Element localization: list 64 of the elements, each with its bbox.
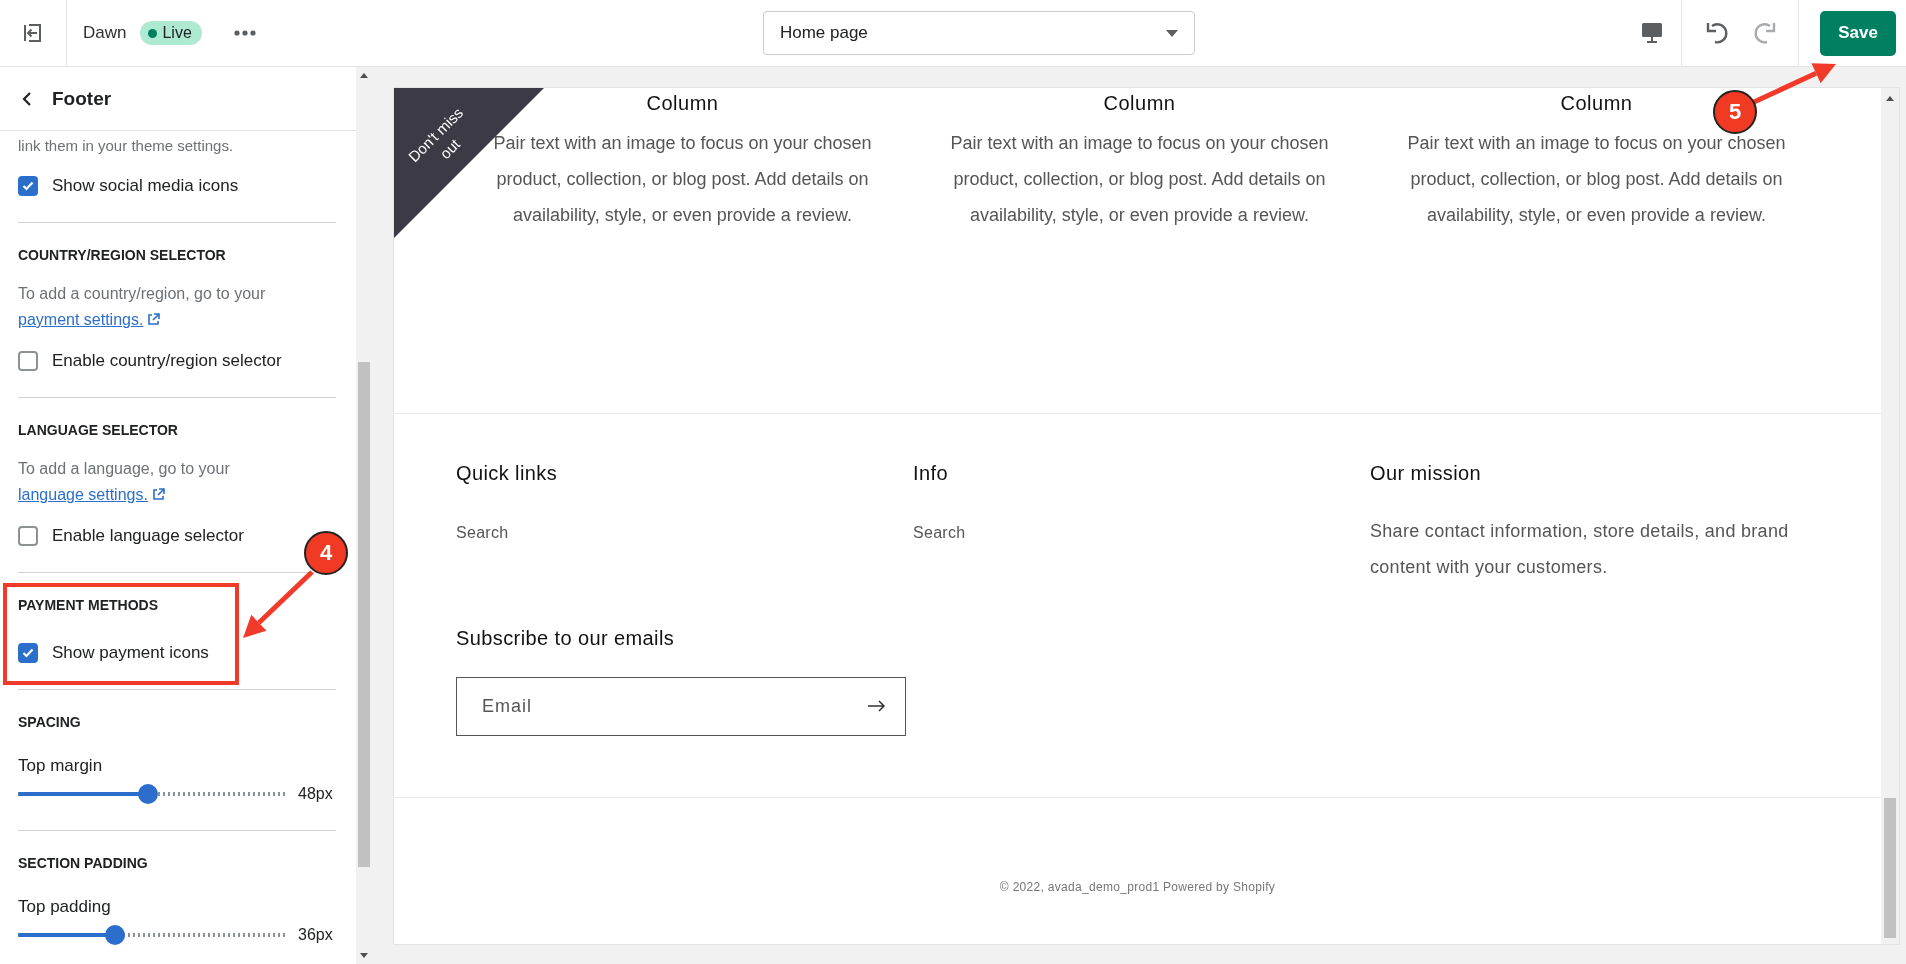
arrow-right-icon[interactable] xyxy=(868,700,886,712)
checkbox-label: Show social media icons xyxy=(52,176,239,196)
column-text: Pair text with an image to focus on your chosen product, collection, or blog post. Add details on availability, style, or even provide a review. xyxy=(1406,132,1787,227)
exit-icon[interactable] xyxy=(23,23,43,43)
footer-link[interactable]: Search xyxy=(456,524,509,542)
checkbox[interactable] xyxy=(18,526,38,546)
caret-icon xyxy=(1165,29,1178,37)
slider-thumb[interactable] xyxy=(137,784,158,804)
footer-heading: Our mission xyxy=(1370,462,1483,485)
slider-label: Top padding xyxy=(18,897,111,917)
email-field[interactable]: Email xyxy=(456,677,906,736)
section-heading: SECTION PADDING xyxy=(18,855,148,871)
back-icon[interactable] xyxy=(22,90,32,107)
settings-link[interactable]: language settings. xyxy=(18,486,165,503)
slider-value: 48px xyxy=(298,785,333,803)
section-heading: PAYMENT METHODS xyxy=(18,597,158,613)
theme-name: Dawn xyxy=(83,23,127,43)
footer-heading: Info xyxy=(913,462,949,485)
scrollbar[interactable] xyxy=(356,67,372,964)
scroll-up-icon[interactable] xyxy=(360,73,368,78)
scroll-thumb[interactable] xyxy=(358,362,370,867)
column-heading: Column xyxy=(1103,92,1176,115)
section-heading: SPACING xyxy=(18,714,81,730)
scroll-up-icon[interactable] xyxy=(1886,96,1894,101)
slider[interactable] xyxy=(18,784,288,804)
column-heading: Column xyxy=(1560,92,1633,115)
copyright-text: © 2022, avada_demo_prod1 Powered by Shopify xyxy=(998,880,1277,894)
more-icon[interactable] xyxy=(233,30,256,36)
column-text: Pair text with an image to focus on your chosen product, collection, or blog post. Add details on availability, style, or even provide a review. xyxy=(949,132,1330,227)
section-heading: LANGUAGE SELECTOR xyxy=(18,422,178,438)
help-text: To add a language, go to your language settings. xyxy=(18,459,231,505)
checkbox[interactable] xyxy=(18,176,38,196)
external-link-icon[interactable] xyxy=(151,488,165,501)
section-heading: COUNTRY/REGION SELECTOR xyxy=(18,247,226,263)
newsletter-heading: Subscribe to our emails xyxy=(456,627,676,650)
footer-heading: Quick links xyxy=(456,462,559,485)
checkbox[interactable] xyxy=(18,351,38,371)
checkbox-label: Enable country/region selector xyxy=(52,351,282,371)
annotation-arrow xyxy=(243,570,314,638)
scroll-down-icon[interactable] xyxy=(360,953,368,958)
external-link-icon[interactable] xyxy=(147,313,161,326)
page-select[interactable]: Home page xyxy=(762,11,1195,55)
save-button[interactable]: Save xyxy=(1820,10,1896,56)
slider-label: Top margin xyxy=(18,756,103,776)
help-text: link them in your theme settings. xyxy=(18,137,235,154)
footer-link[interactable]: Search xyxy=(913,524,966,542)
slider-value: 36px xyxy=(298,926,333,944)
status-badge: Live xyxy=(140,21,202,45)
slider[interactable] xyxy=(18,925,288,945)
checkbox-label: Show payment icons xyxy=(52,643,209,663)
desktop-icon[interactable] xyxy=(1641,22,1663,44)
mission-text: Share contact information, store details, and brand content with your customers. xyxy=(1370,520,1790,579)
scroll-thumb[interactable] xyxy=(1884,798,1896,938)
settings-link[interactable]: payment settings. xyxy=(18,311,161,328)
column-heading: Column xyxy=(646,92,719,115)
column-text: Pair text with an image to focus on your chosen product, collection, or blog post. Add details on availability, style, or even provide a review. xyxy=(492,132,873,227)
check-icon xyxy=(22,181,34,191)
panel-title: Footer xyxy=(52,87,112,110)
slider-thumb[interactable] xyxy=(105,925,126,945)
checkbox[interactable] xyxy=(18,643,38,663)
scrollbar[interactable] xyxy=(1881,88,1899,944)
check-icon xyxy=(22,648,34,658)
help-text: To add a country/region, go to your payment settings. xyxy=(18,284,267,330)
checkbox-label: Enable language selector xyxy=(52,526,244,546)
